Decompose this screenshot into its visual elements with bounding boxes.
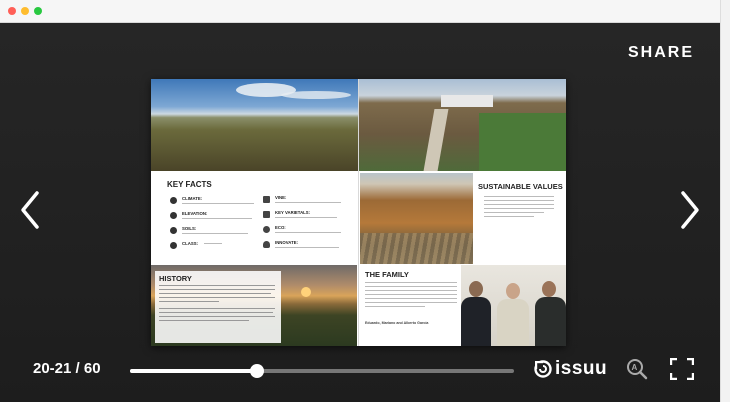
issuu-logo-icon [534,360,552,378]
progress-fill [130,369,257,373]
fullscreen-button[interactable] [669,357,695,381]
sun-icon [170,197,177,204]
fact-vine: CLIMATE:VINE: [263,195,353,209]
fact-innovate: INNOVATE: [263,240,353,254]
globe-icon [263,226,270,233]
family-caption: Eduardo, Mariano and Alberto García [365,321,429,325]
page-indicator: 20-21 / 60 [33,360,101,377]
maximize-window-button[interactable] [34,7,42,15]
close-window-button[interactable] [8,7,16,15]
previous-page-button[interactable] [19,190,43,230]
page-scrollbar[interactable] [720,0,730,402]
winery-aerial-photo [359,79,566,171]
fact-class: CLASS: [170,241,265,253]
magnifier-icon: A [627,359,648,380]
fact-key-varietals: KEY VARIETALS: [263,210,353,224]
history-heading: HISTORY [159,274,192,283]
vineyard-aerial-photo [151,79,358,171]
page-progress-slider[interactable] [130,364,514,378]
browser-title-bar [0,0,720,23]
chevron-right-icon [681,191,699,229]
issuu-viewer: SHARE KEY FACTS CLIMATE: ELEVATION: SOIL… [0,23,720,402]
soil-icon [170,227,177,234]
progress-handle[interactable] [249,364,264,378]
issuu-logo-text: issuu [555,358,608,379]
vine-icon [263,196,270,203]
family-portrait-photo [461,265,566,346]
viewer-toolbar: 20-21 / 60 issuu A [0,348,720,402]
fact-climate: CLIMATE: [170,196,265,208]
share-button[interactable]: SHARE [628,44,694,62]
sustainable-values-heading: SUSTAINABLE VALUES [478,182,563,191]
key-facts-heading: KEY FACTS [167,180,212,189]
zoom-button[interactable]: A [626,358,648,380]
bottle-icon [170,242,177,249]
autumn-vines-photo [360,173,473,264]
minimize-window-button[interactable] [21,7,29,15]
issuu-logo[interactable]: issuu [534,358,608,380]
magazine-spread[interactable]: KEY FACTS CLIMATE: ELEVATION: SOILS: CLA… [151,79,566,346]
grape-icon [263,211,270,218]
svg-text:A: A [632,363,638,372]
fact-elevation: ELEVATION: [170,211,265,223]
the-family-heading: THE FAMILY [365,270,409,279]
mountain-icon [170,212,177,219]
bulb-icon [263,241,270,248]
fullscreen-icon [669,357,695,381]
sunset-vineyard-photo: HISTORY [151,265,357,346]
fact-soils: SOILS: [170,226,265,238]
history-text-box: HISTORY [155,271,281,343]
chevron-left-icon [21,191,39,229]
fact-eco: ECO: [263,225,353,239]
next-page-button[interactable] [677,190,701,230]
